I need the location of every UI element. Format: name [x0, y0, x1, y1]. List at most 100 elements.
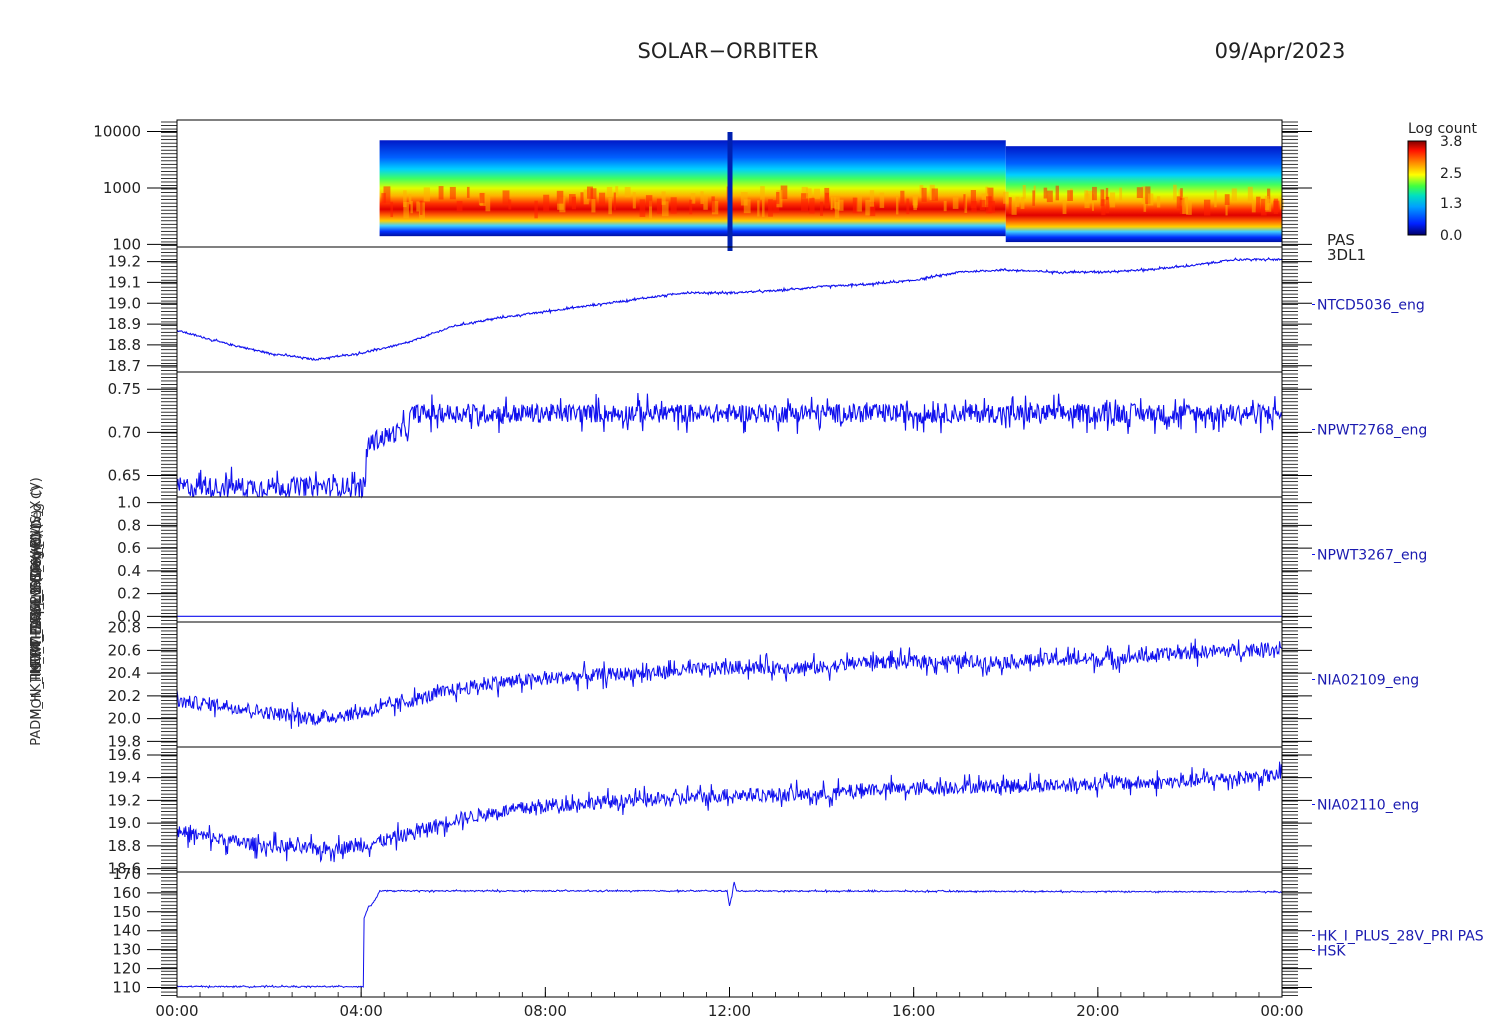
- panel-side-label: NPWT3267_eng: [1317, 548, 1427, 564]
- spectrogram-texture: [906, 198, 910, 215]
- y-tick-label: 20.6: [108, 641, 141, 659]
- spectrogram-texture: [645, 195, 653, 207]
- spectrogram-texture: [1251, 200, 1256, 213]
- panel-side-label: NIA02110_eng: [1317, 798, 1419, 814]
- spectrogram-texture: [1224, 194, 1230, 206]
- x-tick-label: 16:00: [892, 1002, 935, 1020]
- panel-1: 18.7 18.8 18.9 19.0 19.1 19.2 NTCD5036_eng: [108, 246, 1425, 375]
- y-tick-label: 20.0: [108, 710, 141, 728]
- y-tick-label: 18.7: [108, 357, 141, 375]
- spectrogram-texture: [869, 190, 875, 207]
- spectrogram-texture: [639, 199, 646, 217]
- spectrogram-texture: [743, 199, 751, 214]
- spectrogram-texture: [711, 196, 715, 213]
- panel-6: 110120130140150160170 HK_I_PLUS_28V_PRI P…: [112, 865, 1484, 998]
- spectrogram-texture: [819, 201, 824, 216]
- spectrogram-texture: [408, 194, 412, 205]
- y-tick-label: 100: [112, 235, 141, 253]
- spectrogram-texture: [456, 200, 463, 212]
- panel-5: 18.618.819.019.219.419.6NIA02110_eng: [108, 746, 1420, 878]
- y-tick-label: 19.0: [108, 814, 141, 832]
- spectrogram-block-0: [379, 140, 1006, 237]
- panel-2: 0.65 0.70 0.75 NPWT2768_eng: [108, 371, 1427, 499]
- y-tick-label: 110: [112, 979, 141, 997]
- spectrogram-texture: [502, 190, 510, 206]
- spectrogram-texture: [931, 188, 938, 201]
- panel-0: 100100010000PAS3DL1: [93, 119, 1366, 264]
- y-tick-label: 0.2: [117, 585, 141, 603]
- spectrogram-texture: [466, 186, 470, 198]
- spectrogram-texture: [700, 191, 704, 204]
- spectrogram-texture: [390, 201, 394, 218]
- spectrogram-texture: [479, 192, 485, 204]
- y-tick-label: 150: [112, 903, 141, 921]
- series-line: [176, 257, 1283, 361]
- spectrogram-texture: [1105, 187, 1109, 200]
- spectrogram-texture: [1008, 197, 1012, 214]
- spectrogram-texture: [1043, 187, 1048, 199]
- spectrogram-texture: [656, 198, 662, 214]
- spectrogram-texture: [986, 196, 992, 214]
- spectrogram-texture: [1247, 186, 1253, 203]
- spectrogram-texture: [449, 186, 456, 200]
- panel-4: 19.820.020.220.420.620.8NIA02109_eng: [108, 619, 1420, 751]
- y-tick-label: 0.70: [108, 423, 141, 441]
- plot-canvas: SOLAR−ORBITER 09/Apr/2023 (eV)Approx Tem…: [29, 39, 1484, 1020]
- series-line: [176, 392, 1283, 499]
- panel-side-label: HSK: [1317, 944, 1346, 960]
- colorbar-tick-label: 1.3: [1440, 196, 1462, 212]
- chart-date: 09/Apr/2023: [1215, 39, 1346, 63]
- spectrogram-texture: [943, 200, 947, 212]
- spectrogram-texture: [1119, 187, 1123, 201]
- spectrogram-texture: [1109, 192, 1116, 208]
- spectrogram-texture: [1011, 201, 1017, 215]
- spectrogram-texture: [423, 187, 430, 202]
- spectrogram-texture: [661, 191, 666, 205]
- y-tick-label: 160: [112, 884, 141, 902]
- panel-side-label: 3DL1: [1327, 246, 1366, 264]
- spectrogram-texture: [703, 196, 708, 210]
- y-tick-label: 19.2: [108, 253, 141, 271]
- y-tick-label: 19.6: [108, 746, 141, 764]
- spectrogram-texture: [613, 192, 616, 211]
- spectrogram-texture: [670, 197, 677, 214]
- y-tick-label: 130: [112, 941, 141, 959]
- y-tick-label: 0.8: [117, 516, 141, 534]
- x-tick-label: 00:00: [1260, 1002, 1303, 1020]
- spectrogram-spike: [727, 132, 733, 251]
- spectrogram-texture: [814, 188, 820, 199]
- spectrogram-texture: [1173, 184, 1177, 201]
- series-line: [176, 761, 1283, 863]
- y-tick-label: 19.4: [108, 769, 141, 787]
- spectrogram-texture: [1003, 191, 1009, 204]
- spectrogram-texture: [624, 186, 631, 198]
- spectrogram-texture: [825, 192, 829, 209]
- spectrogram-texture: [1092, 186, 1097, 201]
- spectrogram-texture: [599, 192, 606, 206]
- spectrogram-texture: [809, 197, 815, 214]
- spectrogram-texture: [381, 193, 386, 204]
- spectrogram-texture: [580, 192, 584, 206]
- y-tick-label: 18.8: [108, 336, 141, 354]
- spectrogram-texture: [1182, 196, 1189, 214]
- panel-side-label: HK_I_PLUS_28V_PRI PAS: [1317, 929, 1484, 945]
- panel-frame: [176, 496, 1283, 623]
- y-tick-label: 0.6: [117, 539, 141, 557]
- spectrogram-texture: [865, 199, 871, 216]
- y-tick-label: 0.4: [117, 562, 141, 580]
- spectrogram-texture: [420, 200, 423, 215]
- y-tick-label: 20.8: [108, 619, 141, 637]
- spectrogram-texture: [556, 190, 564, 204]
- series-line: [176, 881, 1283, 989]
- spectrogram-texture: [632, 192, 636, 209]
- panel-frame: [176, 621, 1283, 748]
- spectrogram-texture: [485, 195, 491, 212]
- spectrogram-texture: [606, 186, 613, 197]
- y-tick-label: 20.4: [108, 664, 141, 682]
- x-axis: 00:00 04:00 08:00 12:00 16:00 20:00 00:00: [155, 987, 1304, 1020]
- spectrogram-texture: [591, 199, 596, 213]
- spectrogram-texture: [768, 199, 773, 217]
- chart-title: SOLAR−ORBITER: [637, 39, 818, 63]
- spectrogram-texture: [952, 197, 959, 209]
- spectrogram-texture: [762, 199, 765, 218]
